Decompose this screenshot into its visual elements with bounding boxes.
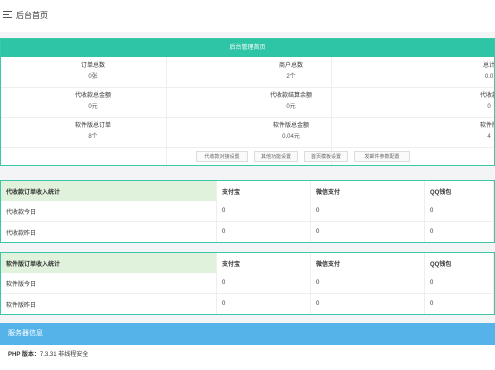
table-row: 代收款今日 0 0 0: [1, 201, 494, 222]
row-divider: [1, 117, 494, 118]
table-cell: 代收款昨日: [1, 221, 217, 242]
table-cell: 0: [216, 221, 311, 242]
table-header: QQ钱包: [424, 181, 494, 201]
stat-collect-balance: 代收款结算余额 0元: [269, 93, 312, 110]
table-row: 代收款昨日 0 0 0: [1, 221, 494, 242]
stat-total: 总计 0.0: [482, 63, 495, 80]
table-header-row: 代收款订单收入统计 支付宝 微信支付 QQ钱包: [1, 181, 494, 201]
stat-software-amount: 软件版总金额 0.04元: [272, 123, 309, 140]
table-header: 支付宝: [216, 253, 311, 273]
table-row: 软件版今日 0 0 0: [1, 273, 494, 294]
stat-collect-other: 代收款0: [479, 93, 494, 110]
stat-row: 软件版总订单8个 软件版总金额0.04元 软件版4: [1, 121, 494, 147]
software-income-table: 软件版订单收入统计 支付宝 微信支付 QQ钱包 软件版今日 0 0 0 软件版昨…: [0, 252, 495, 315]
overview-title: 后台管理首页: [1, 39, 494, 57]
row-divider: [1, 87, 494, 88]
server-info-title: 服务器信息: [0, 323, 495, 345]
table-cell: 0: [310, 201, 425, 222]
other-settings-button[interactable]: 其他功能设置: [254, 151, 298, 162]
table-header: 微信支付: [310, 181, 425, 201]
overview-panel: 后台管理首页 订单总数 0张 商户总数 2个 总计 0.0 代收款总金额 0元 代收款结…: [0, 38, 495, 166]
table-cell: 0: [424, 201, 494, 222]
stat-software-other: 软件版4: [479, 123, 494, 140]
table-header-row: 软件版订单收入统计 支付宝 微信支付 QQ钱包: [1, 253, 494, 273]
table-cell: 0: [216, 293, 311, 314]
table-header: 微信支付: [310, 253, 425, 273]
php-version-line: PHP 版本：7.3.31 非线程安全: [0, 345, 495, 365]
table-header: 支付宝: [216, 181, 311, 201]
table-cell: 0: [310, 273, 425, 294]
stat-row: 代收款总金额0元 代收款结算余额0元 代收款0: [1, 91, 494, 117]
stat-collect-total: 代收款总金额 0元: [74, 93, 111, 110]
php-version-label: PHP 版本：: [8, 352, 40, 358]
row-divider: [1, 147, 494, 148]
table-cell: 0: [424, 273, 494, 294]
php-version-value: 7.3.31 非线程安全: [39, 352, 89, 358]
stat-merchant-count: 商户总数 2个: [278, 63, 303, 80]
mail-settings-button[interactable]: 发邮件参数配置: [354, 151, 410, 162]
table-cell: 软件版今日: [1, 273, 217, 294]
table-cell: 软件版昨日: [1, 293, 217, 314]
table-cell: 0: [216, 273, 311, 294]
table-cell: 0: [216, 201, 311, 222]
stat-order-count: 订单总数 0张: [80, 63, 105, 80]
stat-row: 订单总数 0张 商户总数 2个 总计 0.0: [1, 61, 495, 87]
top-bar: 后台首页: [0, 0, 495, 32]
table-header: 代收款订单收入统计: [1, 181, 217, 201]
table-cell: 代收款今日: [1, 201, 217, 222]
table-cell: 0: [424, 293, 494, 314]
collect-income-table: 代收款订单收入统计 支付宝 微信支付 QQ钱包 代收款今日 0 0 0 代收款昨…: [0, 180, 495, 243]
stat-software-orders: 软件版总订单 8个: [74, 123, 111, 140]
table-cell: 0: [310, 221, 425, 242]
table-cell: 0: [310, 293, 425, 314]
table-row: 软件版昨日 0 0 0: [1, 293, 494, 314]
table-header: QQ钱包: [424, 253, 494, 273]
menu-toggle-icon[interactable]: [3, 11, 12, 18]
template-settings-button[interactable]: 首页模板设置: [304, 151, 348, 162]
table-header: 软件版订单收入统计: [1, 253, 217, 273]
page-title: 后台首页: [16, 11, 48, 20]
server-info-panel: 服务器信息 PHP 版本：7.3.31 非线程安全: [0, 323, 495, 370]
table-cell: 0: [424, 221, 494, 242]
collect-settings-button[interactable]: 代收款对接设置: [196, 151, 248, 162]
